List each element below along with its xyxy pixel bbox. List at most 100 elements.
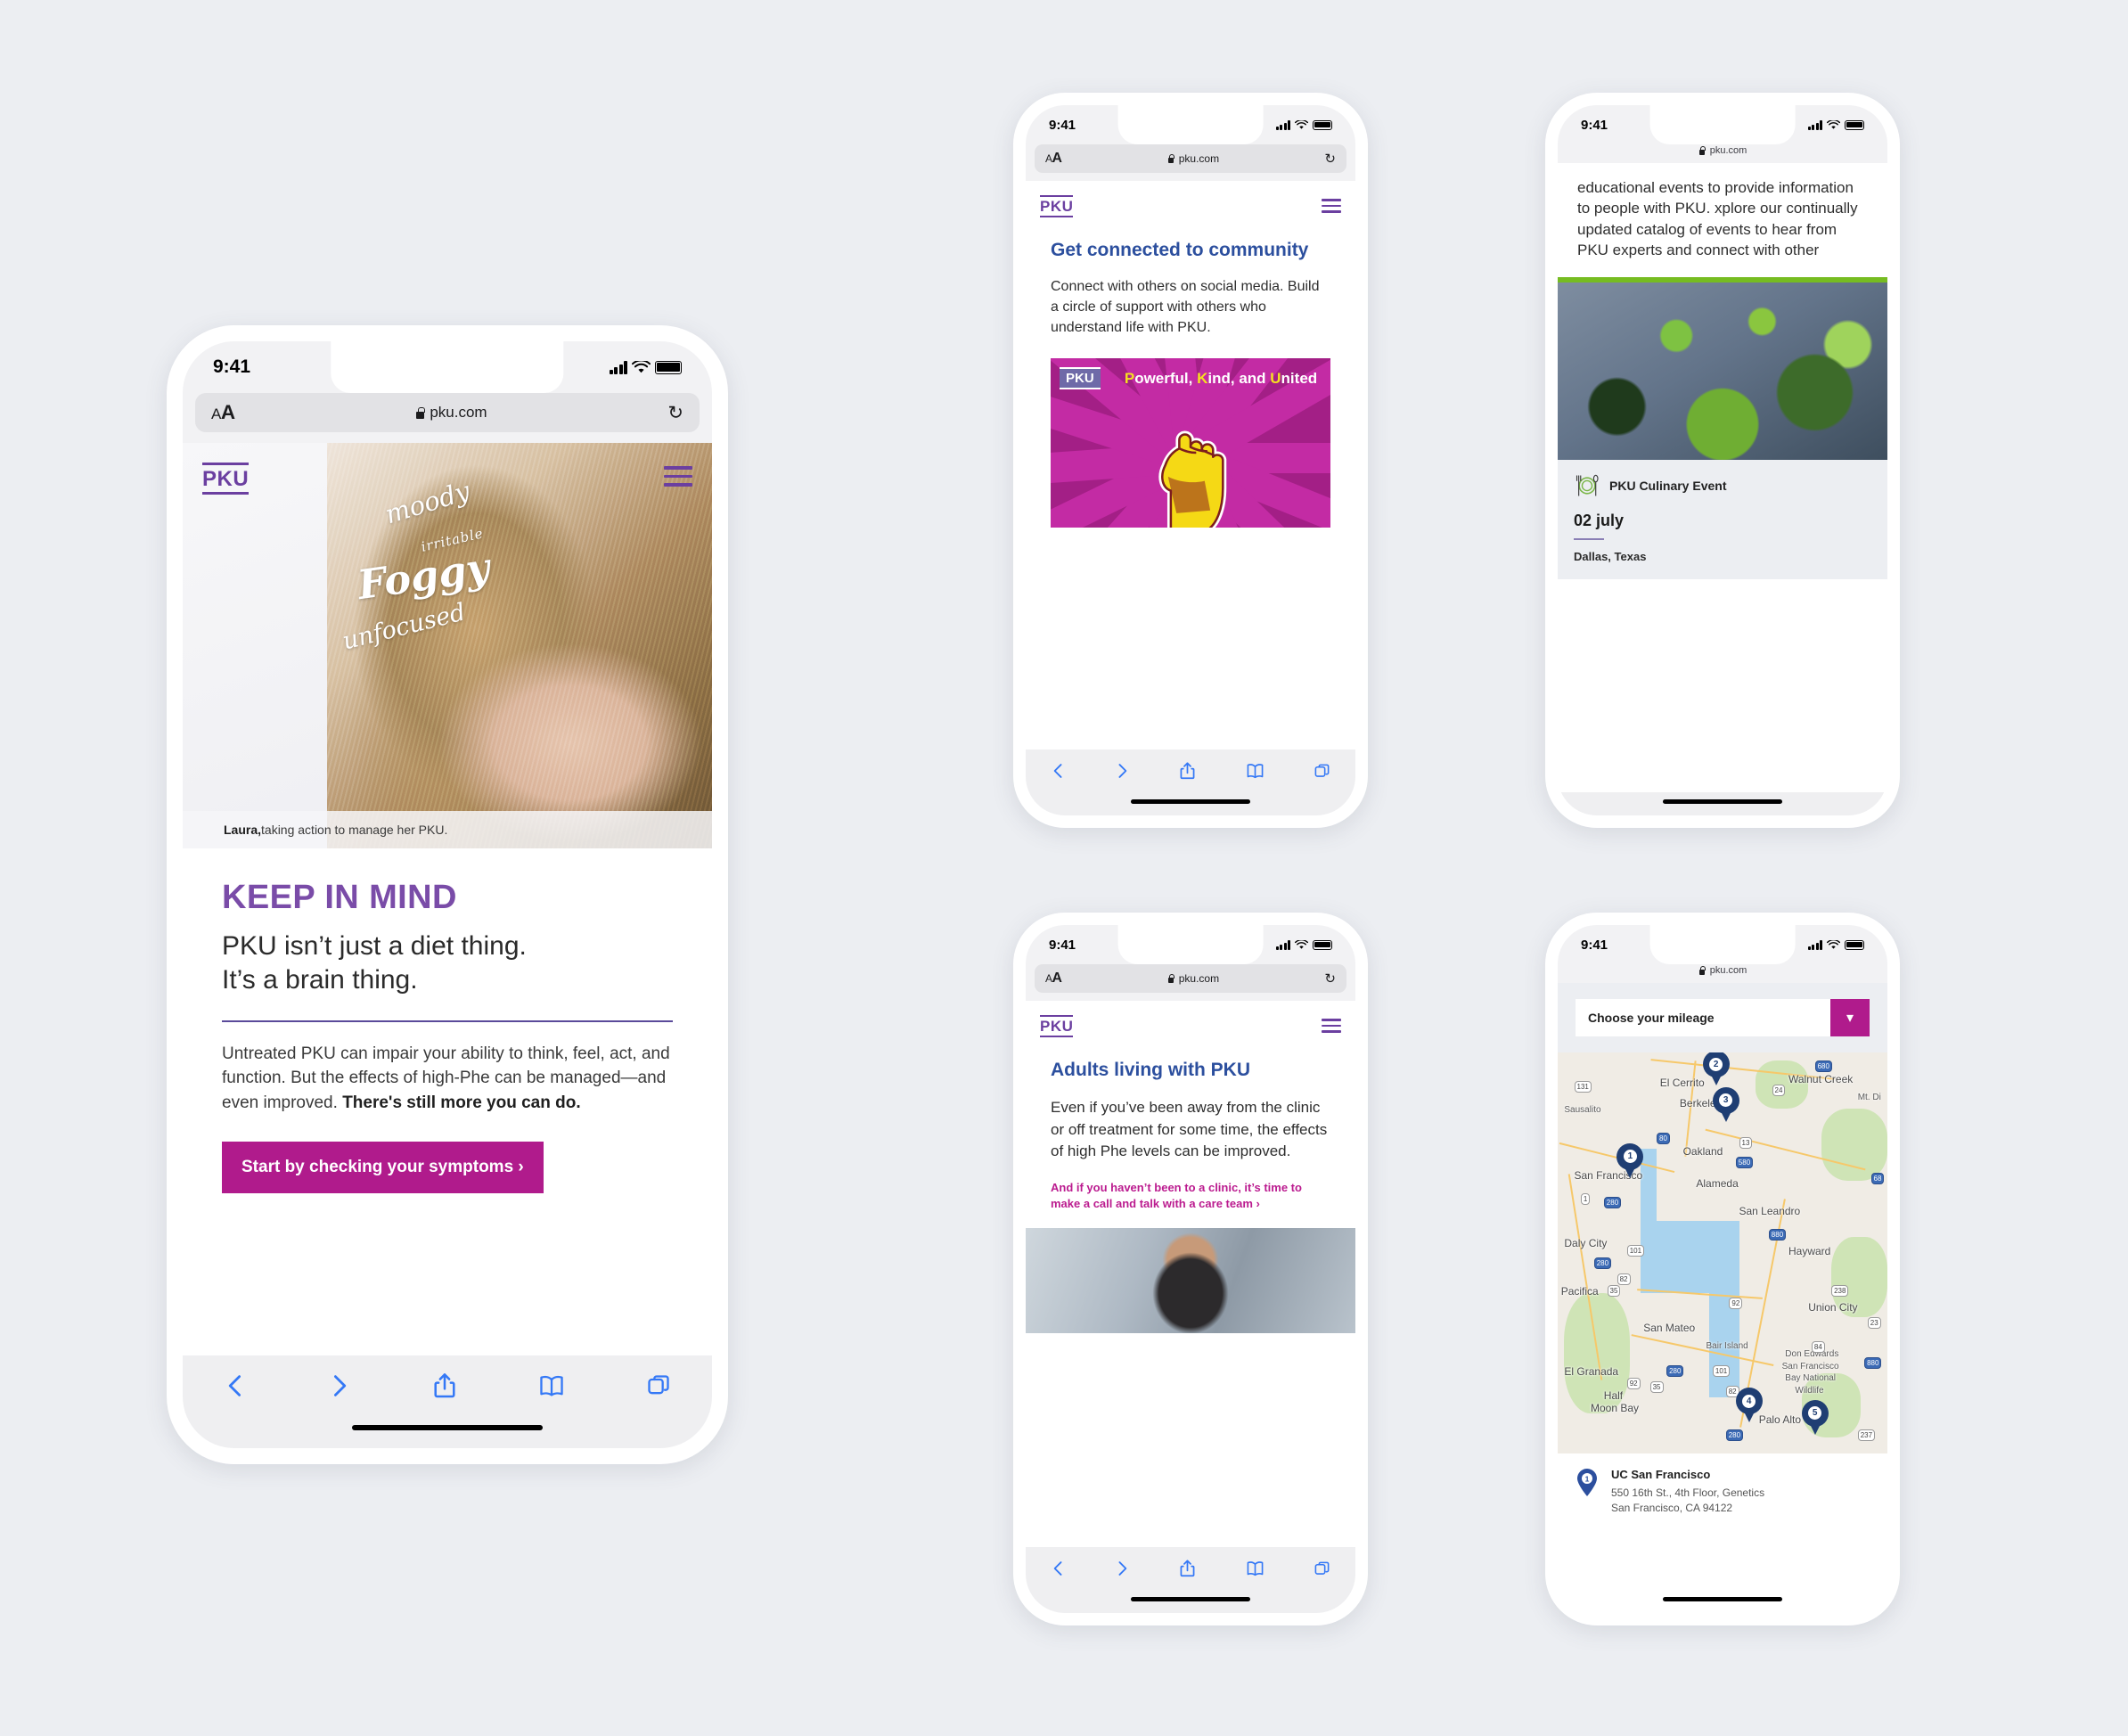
- address-bar-compact[interactable]: pku.com: [1558, 144, 1887, 163]
- tabs-icon[interactable]: [1314, 763, 1330, 780]
- map-label: Bair Island: [1706, 1341, 1748, 1351]
- map-label: Alameda: [1696, 1176, 1739, 1190]
- address-bar-compact[interactable]: pku.com: [1558, 964, 1887, 983]
- wifi-icon: [1827, 939, 1840, 949]
- mileage-select-value[interactable]: Choose your mileage: [1576, 999, 1830, 1036]
- chevron-down-icon[interactable]: ▾: [1830, 999, 1870, 1036]
- text-size-button[interactable]: AA: [1045, 970, 1062, 987]
- url-text: pku.com: [1709, 965, 1747, 976]
- poster-word-kind: ind, and: [1207, 369, 1271, 387]
- hamburger-menu-icon[interactable]: [1322, 195, 1341, 213]
- mileage-filter-section: Choose your mileage ▾: [1558, 983, 1887, 1052]
- page-content: moody irritable Foggy unfocused PKU Laur…: [183, 443, 712, 1194]
- chevron-left-icon[interactable]: [1051, 762, 1066, 780]
- phone-mockup-main: 9:41 AA pku.com ↻ moody irritable Foggy …: [167, 325, 728, 1464]
- map-pin[interactable]: 4: [1735, 1388, 1763, 1422]
- map-pin[interactable]: 3: [1712, 1086, 1739, 1122]
- home-indicator: [1026, 792, 1355, 815]
- phone-mockup-community: 9:41 AA pku.com ↻ PKU Get connected to c…: [1013, 93, 1368, 828]
- map-route-shield: 101: [1712, 1365, 1731, 1377]
- chevron-right-icon[interactable]: [328, 1372, 351, 1399]
- map-label: Pacifica: [1560, 1285, 1599, 1298]
- tabs-icon[interactable]: [1314, 1560, 1330, 1577]
- event-name: PKU Culinary Event: [1609, 478, 1727, 493]
- map-route-shield: 237: [1857, 1429, 1876, 1441]
- map-pin-number: 1: [1623, 1150, 1637, 1163]
- clinic-map[interactable]: El Cerrito Walnut Creek Sausalito Berkeley M…: [1558, 1052, 1887, 1453]
- map-pin-number: 5: [1808, 1406, 1822, 1420]
- notch: [1117, 105, 1264, 144]
- reload-icon[interactable]: ↻: [1324, 151, 1336, 167]
- section-heading: Adults living with PKU: [1051, 1059, 1250, 1080]
- chevron-left-icon[interactable]: [224, 1372, 247, 1399]
- map-route-shield: 35: [1607, 1285, 1621, 1297]
- care-team-link[interactable]: And if you haven’t been to a clinic, it’…: [1051, 1180, 1330, 1212]
- map-label: Palo Alto: [1758, 1413, 1802, 1426]
- hero-section: moody irritable Foggy unfocused PKU Laur…: [183, 443, 712, 848]
- reload-icon[interactable]: ↻: [1324, 970, 1336, 987]
- event-card[interactable]: PKU Culinary Event 02 july Dallas, Texas: [1558, 459, 1887, 579]
- wifi-icon: [632, 360, 651, 373]
- share-icon[interactable]: [432, 1372, 457, 1400]
- pku-logo[interactable]: PKU: [1040, 1015, 1074, 1037]
- url-text: pku.com: [1178, 152, 1220, 165]
- address-bar[interactable]: AA pku.com ↻: [1035, 144, 1346, 173]
- address-bar[interactable]: AA pku.com ↻: [1035, 964, 1346, 993]
- pku-logo[interactable]: PKU: [1040, 195, 1074, 217]
- address-bar[interactable]: AA pku.com ↻: [195, 393, 700, 432]
- clinic-result[interactable]: 1 UC San Francisco 550 16th St., 4th Flo…: [1558, 1453, 1887, 1525]
- cellular-bars-icon: [1275, 939, 1290, 950]
- map-route-shield: 68: [1870, 1173, 1885, 1184]
- phone-screen: 9:41 pku.com Choose your mileage ▾ El Ce…: [1558, 925, 1887, 1613]
- chevron-left-icon[interactable]: [1051, 1560, 1066, 1577]
- clinic-name: UC San Francisco: [1611, 1468, 1711, 1481]
- mileage-select[interactable]: Choose your mileage ▾: [1576, 999, 1870, 1036]
- book-icon[interactable]: [1246, 762, 1265, 780]
- clinic-address-line1: 550 16th St., 4th Floor, Genetics: [1611, 1486, 1765, 1499]
- map-label: Daly City: [1564, 1237, 1608, 1249]
- chevron-right-icon[interactable]: [1115, 1560, 1130, 1577]
- wifi-icon: [1295, 119, 1308, 129]
- hamburger-menu-icon[interactable]: [664, 463, 692, 487]
- map-label: Bay National: [1785, 1373, 1836, 1383]
- book-icon[interactable]: [1246, 1560, 1265, 1577]
- share-icon[interactable]: [1179, 761, 1196, 781]
- map-pin[interactable]: 5: [1801, 1399, 1829, 1435]
- url-text: pku.com: [1178, 972, 1220, 985]
- divider: [1574, 537, 1604, 540]
- notch: [1649, 925, 1796, 964]
- text-size-button[interactable]: AA: [211, 401, 235, 424]
- map-route-shield: 23: [1867, 1317, 1881, 1329]
- cutlery-plate-icon: [1576, 474, 1599, 496]
- map-route-shield: 880: [1864, 1357, 1882, 1369]
- community-poster[interactable]: PKU Powerful, Kind, and United: [1051, 357, 1330, 528]
- page-content: Choose your mileage ▾ El Cerrito Walnut …: [1558, 983, 1887, 1525]
- paragraph-bold: There's still more you can do.: [342, 1093, 581, 1112]
- chevron-right-icon[interactable]: [1115, 762, 1130, 780]
- map-pin-tip: [1741, 1408, 1756, 1422]
- book-icon[interactable]: [538, 1372, 565, 1399]
- status-bar: 9:41: [1558, 925, 1887, 964]
- clinic-address: 550 16th St., 4th Floor, Genetics San Fr…: [1611, 1486, 1764, 1516]
- event-location: Dallas, Texas: [1574, 549, 1647, 563]
- text-size-button[interactable]: AA: [1045, 151, 1062, 167]
- phone-screen: 9:41 AA pku.com ↻ PKU Adults living with…: [1026, 925, 1355, 1613]
- map-route-shield: 80: [1657, 1133, 1670, 1144]
- map-pin[interactable]: 1: [1616, 1142, 1644, 1178]
- map-pin[interactable]: 2: [1702, 1052, 1730, 1085]
- battery-icon: [655, 360, 682, 374]
- map-pin-tip: [1623, 1163, 1638, 1178]
- map-label: Union City: [1808, 1301, 1858, 1314]
- hamburger-menu-icon[interactable]: [1322, 1015, 1341, 1033]
- poster-letter-p: P: [1124, 369, 1135, 387]
- reload-icon[interactable]: ↻: [667, 402, 683, 424]
- tabs-icon[interactable]: [646, 1373, 671, 1398]
- start-symptoms-button[interactable]: Start by checking your symptoms ›: [222, 1142, 544, 1194]
- poster-letter-u: U: [1270, 369, 1281, 387]
- food-photo: [1558, 276, 1887, 460]
- cellular-bars-icon: [609, 360, 627, 374]
- battery-icon: [1313, 939, 1332, 950]
- pku-logo[interactable]: PKU: [202, 463, 250, 495]
- share-icon[interactable]: [1179, 1559, 1196, 1578]
- lead-line-1: PKU isn’t just a diet thing.: [222, 931, 527, 961]
